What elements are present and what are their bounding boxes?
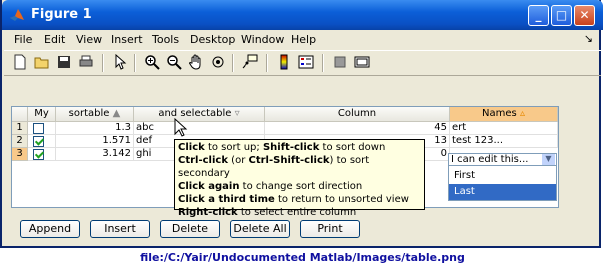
tooltip-line: Ctrl-click (or Ctrl-Shift-click) to sort… (178, 155, 370, 179)
mouse-cursor-icon (174, 118, 188, 137)
table-cell-sortable[interactable]: 1.571 (56, 135, 134, 148)
insert-button[interactable]: Insert (90, 220, 150, 238)
zoom-in-icon[interactable] (144, 54, 160, 70)
row-header[interactable]: 1 (12, 122, 28, 135)
row-header[interactable]: 3 (12, 148, 28, 161)
figure-window: Figure 1 _ □ ✕ File Edit View Insert Too… (0, 0, 603, 248)
column-header-my[interactable]: My (28, 107, 56, 122)
pan-hand-icon[interactable] (188, 54, 204, 70)
dropdown-option[interactable]: First (449, 168, 556, 184)
maximize-icon[interactable]: □ (551, 5, 572, 26)
column-header-names[interactable]: Names ▵ (450, 107, 558, 122)
table-cell-names[interactable]: ert (450, 122, 558, 135)
column-header-column[interactable]: Column (265, 107, 450, 122)
dropdown-option-selected[interactable]: Last (449, 184, 556, 200)
hide-plot-tools-icon[interactable] (332, 54, 348, 70)
checkbox[interactable] (33, 123, 44, 134)
table-cell-sortable[interactable]: 3.142 (56, 148, 134, 161)
sort-ascending-icon: ▲ (112, 108, 121, 119)
sort-descending-icon: ▿ (234, 108, 240, 119)
new-file-icon[interactable] (12, 54, 28, 70)
save-icon[interactable] (56, 54, 72, 70)
print-button[interactable]: Print (300, 220, 360, 238)
pointer-icon[interactable] (112, 54, 128, 70)
legend-icon[interactable] (298, 54, 314, 70)
show-plot-tools-icon[interactable] (354, 54, 370, 70)
open-folder-icon[interactable] (34, 54, 50, 70)
sort-help-tooltip: Click to sort up; Shift-click to sort do… (174, 139, 425, 218)
close-icon[interactable]: ✕ (574, 5, 595, 26)
delete-all-button[interactable]: Delete All (230, 220, 290, 238)
table-cell-my[interactable] (28, 148, 56, 161)
menu-desktop[interactable]: Desktop (190, 33, 235, 46)
tooltip-line: Click a third time to return to unsorted… (178, 194, 409, 205)
column-header-selectable[interactable]: and selectable ▿ (134, 107, 265, 122)
menu-edit[interactable]: Edit (44, 33, 65, 46)
checkbox[interactable] (33, 136, 44, 147)
minimize-icon[interactable]: _ (528, 5, 549, 26)
sort-ascending-icon: ▵ (519, 108, 525, 119)
menu-window[interactable]: Window (241, 33, 284, 46)
window-title: Figure 1 (31, 7, 92, 22)
table-cell-column[interactable]: 45 (265, 122, 450, 135)
matlab-logo-icon (10, 9, 24, 21)
tooltip-line: Right-click to select entire column (178, 207, 357, 218)
delete-button[interactable]: Delete (160, 220, 220, 238)
combobox-value: I can edit this... (451, 154, 529, 165)
menu-tools[interactable]: Tools (152, 33, 179, 46)
row-header-corner (12, 107, 28, 122)
title-bar[interactable]: Figure 1 _ □ ✕ (2, 0, 603, 30)
tooltip-line: Click again to change sort direction (178, 181, 363, 192)
dock-arrow-icon[interactable]: ↘ (584, 32, 593, 45)
data-cursor-icon[interactable] (242, 54, 258, 70)
rotate-3d-icon[interactable] (210, 54, 226, 70)
menu-bar: File Edit View Insert Tools Desktop Wind… (4, 30, 601, 49)
table-cell-sortable[interactable]: 1.3 (56, 122, 134, 135)
table-cell-my[interactable] (28, 135, 56, 148)
print-icon[interactable] (78, 54, 94, 70)
chevron-down-icon[interactable]: ▼ (542, 154, 555, 165)
zoom-out-icon[interactable] (166, 54, 182, 70)
colorbar-icon[interactable] (276, 54, 292, 70)
append-button[interactable]: Append (20, 220, 80, 238)
menu-file[interactable]: File (14, 33, 32, 46)
menu-insert[interactable]: Insert (111, 33, 143, 46)
footer-caption: file:/C:/Yair/Undocumented Matlab/Images… (140, 251, 465, 264)
tooltip-line: Click to sort up; Shift-click to sort do… (178, 142, 386, 153)
names-dropdown-list: First Last (448, 165, 557, 201)
row-header[interactable]: 2 (12, 135, 28, 148)
table-cell-my[interactable] (28, 122, 56, 135)
table-cell-selectable[interactable]: abc (134, 122, 265, 135)
menu-view[interactable]: View (76, 33, 102, 46)
checkbox[interactable] (33, 149, 44, 160)
table-cell-names[interactable]: test 123... (450, 135, 558, 148)
column-header-sortable[interactable]: sortable ▲ (56, 107, 134, 122)
menu-help[interactable]: Help (291, 33, 316, 46)
figure-toolbar (4, 50, 601, 76)
